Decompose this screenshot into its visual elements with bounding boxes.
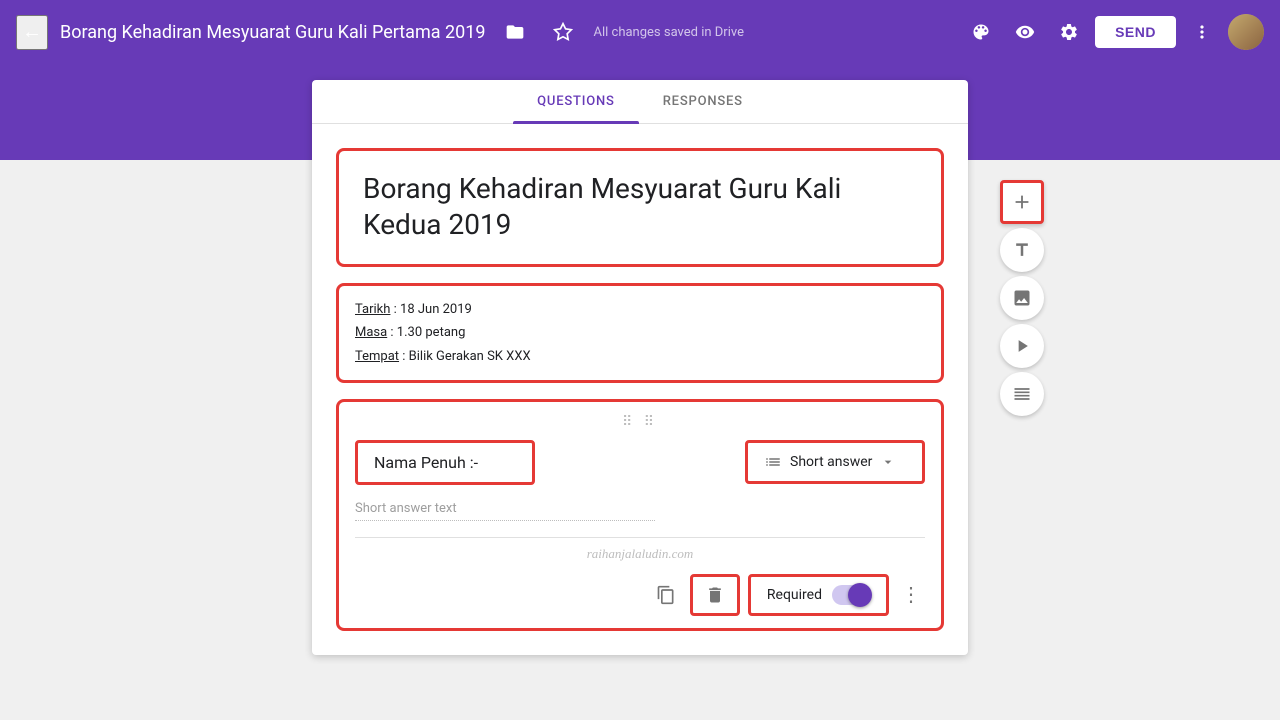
star-icon[interactable] bbox=[545, 14, 581, 50]
masa-value: : 1.30 petang bbox=[387, 325, 465, 340]
masa-label: Masa bbox=[355, 325, 387, 340]
palette-button[interactable] bbox=[963, 14, 999, 50]
page-title: Borang Kehadiran Mesyuarat Guru Kali Per… bbox=[60, 22, 485, 43]
settings-button[interactable] bbox=[1051, 14, 1087, 50]
tarikh-line: Tarikh : 18 Jun 2019 bbox=[355, 298, 925, 321]
tabs-container: QUESTIONS RESPONSES bbox=[312, 80, 968, 124]
form-info-card: Tarikh : 18 Jun 2019 Masa : 1.30 petang … bbox=[336, 283, 944, 383]
more-options-button[interactable] bbox=[1184, 14, 1220, 50]
avatar[interactable] bbox=[1228, 14, 1264, 50]
question-type-selector[interactable]: Short answer bbox=[745, 440, 925, 484]
form-title: Borang Kehadiran Mesyuarat Guru Kali Ked… bbox=[363, 171, 917, 244]
tarikh-label: Tarikh bbox=[355, 302, 390, 317]
tab-responses[interactable]: RESPONSES bbox=[639, 80, 767, 123]
right-sidebar bbox=[1000, 180, 1044, 416]
required-label: Required bbox=[767, 587, 822, 603]
tab-questions[interactable]: QUESTIONS bbox=[513, 80, 639, 123]
question-label-text: Nama Penuh :- bbox=[374, 453, 478, 472]
answer-preview: Short answer text bbox=[355, 501, 655, 521]
watermark: raihanjalaludin.com bbox=[355, 546, 925, 562]
send-button[interactable]: SEND bbox=[1095, 16, 1176, 48]
drag-handle: ⠿ ⠿ bbox=[355, 414, 925, 430]
answer-placeholder-text: Short answer text bbox=[355, 501, 457, 516]
question-top-row: Nama Penuh :- Short answer bbox=[355, 440, 925, 485]
tarikh-value: : 18 Jun 2019 bbox=[390, 302, 471, 317]
tempat-line: Tempat : Bilik Gerakan SK XXX bbox=[355, 345, 925, 368]
add-image-button[interactable] bbox=[1000, 276, 1044, 320]
toggle-thumb bbox=[848, 583, 872, 607]
form-title-card: Borang Kehadiran Mesyuarat Guru Kali Ked… bbox=[336, 148, 944, 267]
question-card: ⠿ ⠿ Nama Penuh :- bbox=[336, 399, 944, 631]
add-question-button[interactable] bbox=[1000, 180, 1044, 224]
add-video-button[interactable] bbox=[1000, 324, 1044, 368]
masa-line: Masa : 1.30 petang bbox=[355, 321, 925, 344]
question-footer: Required ⋮ bbox=[355, 570, 925, 616]
tempat-value: : Bilik Gerakan SK XXX bbox=[399, 349, 531, 364]
question-type-label: Short answer bbox=[790, 454, 872, 470]
duplicate-button[interactable] bbox=[650, 579, 682, 611]
toggle-track bbox=[832, 585, 870, 605]
back-button[interactable]: ← bbox=[16, 15, 48, 50]
question-label-box[interactable]: Nama Penuh :- bbox=[355, 440, 535, 485]
add-section-button[interactable] bbox=[1000, 372, 1044, 416]
folder-icon[interactable] bbox=[497, 14, 533, 50]
tempat-label: Tempat bbox=[355, 349, 399, 364]
save-status: All changes saved in Drive bbox=[593, 25, 951, 40]
delete-button[interactable] bbox=[690, 574, 740, 616]
preview-button[interactable] bbox=[1007, 14, 1043, 50]
add-text-button[interactable] bbox=[1000, 228, 1044, 272]
required-toggle[interactable]: Required bbox=[748, 574, 889, 616]
question-more-button[interactable]: ⋮ bbox=[897, 578, 925, 611]
